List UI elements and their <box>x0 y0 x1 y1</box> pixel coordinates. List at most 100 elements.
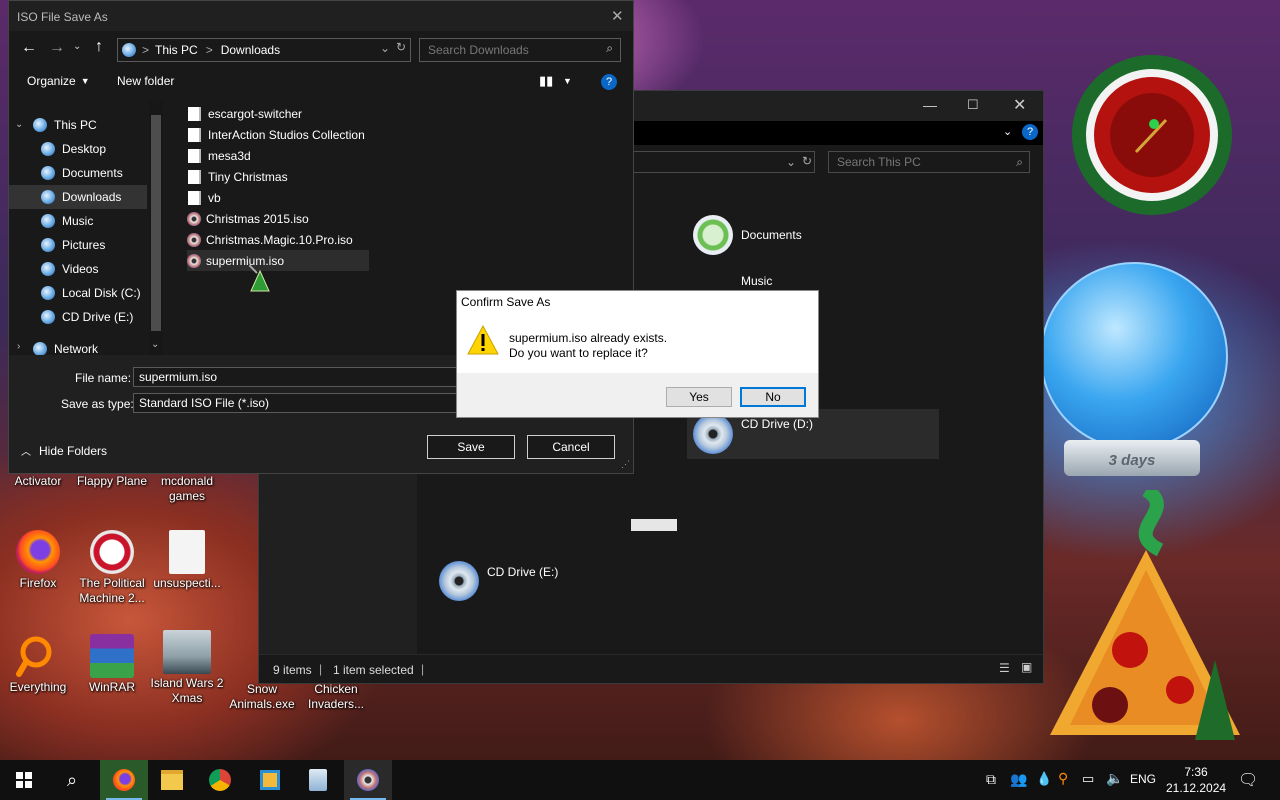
cancel-button[interactable]: Cancel <box>527 435 615 459</box>
taskbar-iso-tool[interactable] <box>344 760 392 800</box>
desktop-icon-unsuspecti[interactable]: unsuspecti... <box>149 530 225 591</box>
library-documents[interactable]: Documents <box>693 215 802 255</box>
tree-item-downloads[interactable]: Downloads <box>9 185 147 209</box>
file-item-iso-selected[interactable]: supermium.iso <box>187 250 369 271</box>
hide-folders-toggle[interactable]: ︿ Hide Folders <box>21 443 107 459</box>
taskbar-firefox[interactable] <box>100 760 148 800</box>
save-button[interactable]: Save <box>427 435 515 459</box>
file-item-iso[interactable]: Christmas 2015.iso <box>187 208 309 229</box>
desktop-icon-label: WinRAR <box>88 680 135 694</box>
everything-search-icon <box>16 634 60 678</box>
file-item-iso[interactable]: Christmas.Magic.10.Pro.iso <box>187 229 353 250</box>
yes-button[interactable]: Yes <box>666 387 732 407</box>
file-item-folder[interactable]: vb <box>187 187 221 208</box>
forward-arrow-icon[interactable]: → <box>49 39 65 57</box>
file-name: Christmas 2015.iso <box>206 211 309 226</box>
tree-item-pictures[interactable]: Pictures <box>41 233 105 257</box>
expand-chevron-icon[interactable]: › <box>17 341 20 352</box>
search-button[interactable]: ⌕ <box>48 760 96 800</box>
volume-muted-icon[interactable]: 🔈 <box>1106 770 1123 787</box>
scroll-down-icon[interactable]: ⌄ <box>151 339 159 350</box>
recent-chevron-icon[interactable]: ⌄ <box>73 41 81 52</box>
tree-label: This PC <box>54 118 97 132</box>
breadcrumb-separator: > <box>205 43 213 57</box>
desktop-icon-winrar[interactable]: WinRAR <box>74 634 150 695</box>
taskbar-app-recycle[interactable] <box>294 760 342 800</box>
scrollbar-thumb[interactable] <box>151 115 161 331</box>
network-icon[interactable]: ▭ <box>1082 771 1094 787</box>
breadcrumb-this-pc[interactable]: This PC <box>155 43 198 57</box>
address-bar[interactable]: > This PC > Downloads ⌄ ↻ <box>117 38 411 62</box>
desktop-icon-label: Flappy Plane <box>76 474 148 488</box>
taskbar-chrome[interactable] <box>196 760 244 800</box>
everything-tray-icon[interactable]: ⚲ <box>1058 770 1068 787</box>
file-item-folder[interactable]: Tiny Christmas <box>187 166 288 187</box>
search-input[interactable]: Search Downloads ⌕ <box>419 38 621 62</box>
desktop-icon-mcdonald-games[interactable]: mcdonald games <box>149 474 225 504</box>
close-icon[interactable]: ✕ <box>1013 95 1026 115</box>
file-item-folder[interactable]: mesa3d <box>187 145 251 166</box>
tree-item-this-pc[interactable]: This PC <box>33 113 97 137</box>
clock-date: 21.12.2024 <box>1166 781 1227 795</box>
save-type-select[interactable]: Standard ISO File (*.iso) <box>133 393 457 413</box>
desktop-icon-activator[interactable]: Activator <box>0 474 76 489</box>
maximize-icon[interactable]: ☐ <box>967 97 979 113</box>
desktop-icon-chicken-invaders[interactable]: Chicken Invaders... <box>298 682 374 712</box>
desktop-icon-political-machine[interactable]: The Political Machine 2... <box>74 530 150 606</box>
folder-icon <box>188 127 201 142</box>
explorer-search-input[interactable]: Search This PC ⌕ <box>828 151 1030 173</box>
desktop-icon-everything[interactable]: Everything <box>0 634 76 695</box>
resize-grip-icon[interactable]: ⋰ <box>621 459 630 470</box>
droplet-icon[interactable]: 💧 <box>1036 771 1052 787</box>
desktop-icon-flappy-plane[interactable]: Flappy Plane <box>74 474 150 489</box>
desktop-icon-island-wars[interactable]: Island Wars 2 Xmas <box>149 630 225 706</box>
island-wars-icon <box>163 630 211 674</box>
back-arrow-icon[interactable]: ← <box>21 39 37 57</box>
new-folder-button[interactable]: New folder <box>117 74 174 88</box>
file-item-folder[interactable]: escargot-switcher <box>187 103 302 124</box>
desktop-icon-label: unsuspecti... <box>153 576 221 590</box>
help-icon[interactable]: ? <box>601 74 617 90</box>
tree-item-documents[interactable]: Documents <box>41 161 123 185</box>
tree-item-local-disk-c[interactable]: Local Disk (C:) <box>41 281 141 305</box>
disc-icon <box>357 769 379 791</box>
library-music[interactable]: Music <box>693 271 772 291</box>
tree-item-desktop[interactable]: Desktop <box>41 137 106 161</box>
minimize-icon[interactable]: — <box>923 97 937 113</box>
start-button[interactable] <box>0 760 48 800</box>
tree-item-cd-drive-e[interactable]: CD Drive (E:) <box>41 305 133 329</box>
dropdown-arrow-icon[interactable]: ▼ <box>563 76 572 86</box>
up-arrow-icon[interactable]: ↑ <box>95 38 103 56</box>
chevron-down-icon[interactable]: ⌄ <box>1003 125 1012 138</box>
drive-cd-e[interactable]: CD Drive (E:) <box>439 561 558 601</box>
file-name-input[interactable]: supermium.iso <box>133 367 457 387</box>
notifications-icon[interactable]: 🗨 <box>1238 770 1258 790</box>
chevron-down-icon[interactable]: ⌄ <box>786 155 796 169</box>
no-button[interactable]: No <box>740 387 806 407</box>
tiles-view-icon[interactable]: ▣ <box>1021 660 1032 674</box>
refresh-icon[interactable]: ↻ <box>802 154 812 168</box>
people-icon[interactable]: 👥 <box>1010 771 1027 788</box>
view-options-icon[interactable]: ▮▮ <box>539 73 553 89</box>
details-view-icon[interactable]: ☰ <box>999 661 1010 675</box>
chrome-icon <box>209 769 231 791</box>
language-indicator[interactable]: ENG <box>1130 772 1156 786</box>
tree-item-videos[interactable]: Videos <box>41 257 98 281</box>
expand-chevron-icon[interactable]: ⌄ <box>15 119 23 130</box>
taskbar-app-blue[interactable] <box>246 760 294 800</box>
task-view-icon[interactable]: ⧉ <box>986 771 996 788</box>
help-icon[interactable]: ? <box>1022 124 1038 140</box>
taskbar-file-explorer[interactable] <box>148 760 196 800</box>
explorer-address-bar[interactable]: ⌄ ↻ <box>633 151 815 173</box>
refresh-icon[interactable]: ↻ <box>396 40 406 54</box>
breadcrumb-downloads[interactable]: Downloads <box>221 43 280 57</box>
chevron-down-icon[interactable]: ⌄ <box>380 41 390 55</box>
desktop-icon-firefox[interactable]: Firefox <box>0 530 76 591</box>
clock[interactable]: 7:36 21.12.2024 <box>1166 764 1226 796</box>
organize-button[interactable]: Organize ▼ <box>27 74 90 88</box>
tree-scrollbar[interactable]: ⌄ <box>149 101 163 355</box>
close-icon[interactable]: ✕ <box>611 7 624 25</box>
file-item-folder[interactable]: InterAction Studios Collection <box>187 124 365 145</box>
desktop-icon-snow-animals[interactable]: Snow Animals.exe <box>224 682 300 712</box>
tree-item-music[interactable]: Music <box>41 209 93 233</box>
